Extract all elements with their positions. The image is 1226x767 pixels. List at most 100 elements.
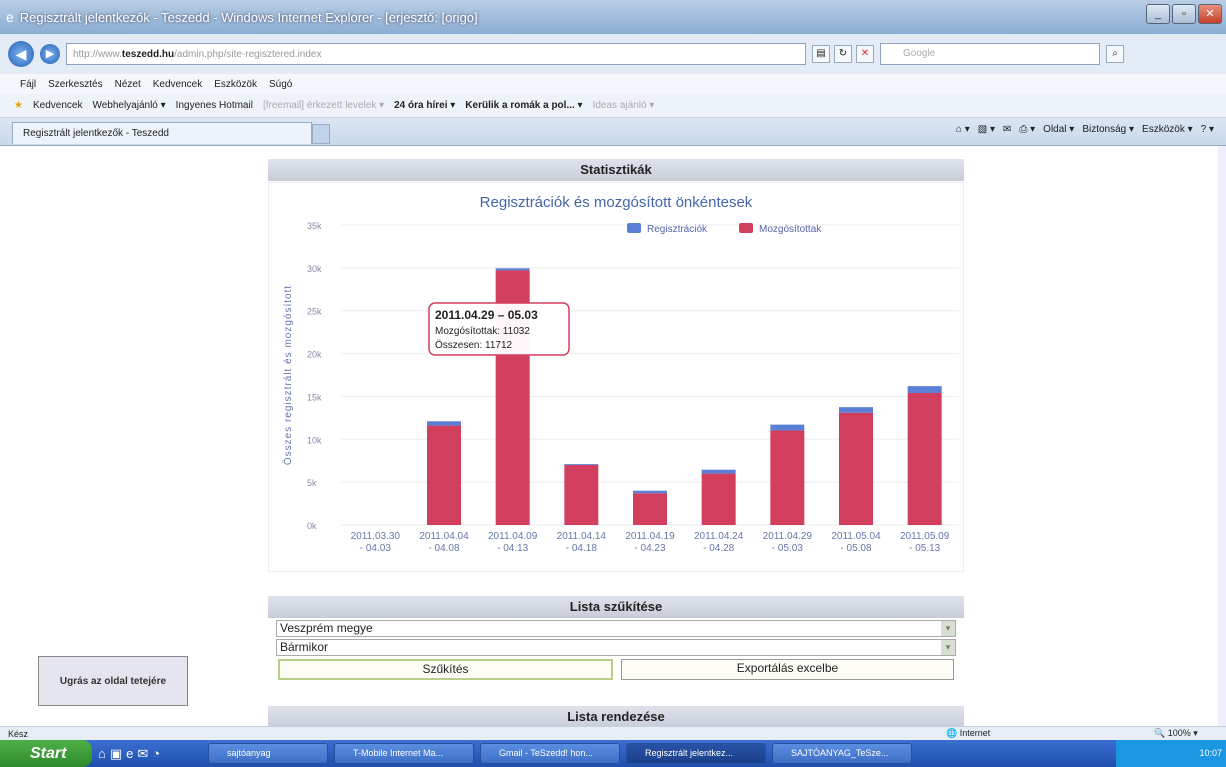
order-panel: Lista rendezése <box>268 706 964 728</box>
bar <box>839 407 873 413</box>
time-select[interactable]: Bármikor ▾ <box>276 639 956 656</box>
fav-ideas[interactable]: Ideas ajánló ▾ <box>593 100 655 111</box>
x-tick-label: 2011.04.04 <box>419 531 469 542</box>
fav-hotmail[interactable]: Ingyenes Hotmail <box>176 100 253 111</box>
export-excel-button[interactable]: Exportálás excelbe <box>621 659 954 680</box>
task-gmail[interactable]: Gmail - TeSzedd! hon... <box>480 743 620 764</box>
search-input[interactable]: Google <box>880 43 1100 65</box>
cmd-security[interactable]: Biztonság ▾ <box>1082 124 1134 135</box>
x-tick-label: 2011.04.24 <box>694 531 744 542</box>
window-controls: _ ▫ ✕ <box>1146 4 1222 24</box>
ie-logo-icon: e <box>6 9 14 25</box>
x-tick-label: - 04.23 <box>634 543 666 554</box>
cmd-page[interactable]: Oldal ▾ <box>1043 124 1074 135</box>
favorites-button[interactable]: Kedvencek <box>33 100 82 111</box>
x-tick-label: - 05.08 <box>840 543 872 554</box>
search-icon[interactable]: ⌕ <box>1106 45 1124 63</box>
tooltip-line: Összesen: 11712 <box>435 339 513 351</box>
narrow-button[interactable]: Szűkítés <box>278 659 613 680</box>
county-select[interactable]: Veszprém megye ▾ <box>276 620 956 637</box>
x-tick-label: 2011.03.30 <box>351 531 401 542</box>
start-button[interactable]: Start <box>0 740 92 767</box>
tab-active[interactable]: Regisztrált jelentkezők - Teszedd <box>12 122 312 144</box>
fav-24ora[interactable]: 24 óra hírei ▾ <box>394 100 455 111</box>
status-text: Kész <box>8 728 29 739</box>
url-prefix: http://www. <box>73 48 122 60</box>
bar <box>907 393 942 525</box>
task-word[interactable]: SAJTÓANYAG_TeSze... <box>772 743 912 764</box>
legend-label: Mozgósítottak <box>759 224 822 235</box>
x-tick-label: 2011.05.04 <box>831 531 881 542</box>
task-sajtoanyag[interactable]: sajtóanyag <box>208 743 328 764</box>
url-path: /admin.php/site-regisztered.index <box>174 48 322 60</box>
new-tab-button[interactable] <box>312 124 330 144</box>
clock[interactable]: 10:07 <box>1199 748 1222 758</box>
chevron-down-icon: ▾ <box>941 621 955 636</box>
bar <box>839 412 873 525</box>
address-input[interactable]: http://www. teszedd.hu/admin.php/site-reg… <box>66 43 806 65</box>
y-tick-label: 25k <box>307 307 322 317</box>
menu-bar: Fájl Szerkesztés Nézet Kedvencek Eszközö… <box>0 74 1226 94</box>
mail-icon[interactable]: ✉ <box>1003 124 1011 135</box>
bar <box>427 425 461 525</box>
fav-freemail[interactable]: [freemail] érkezett levelek ▾ <box>263 100 384 111</box>
fav-webslice[interactable]: Webhelyajánló ▾ <box>92 100 165 111</box>
filter-panel: Lista szűkítése Veszprém megye ▾ Bármiko… <box>268 596 964 680</box>
home-icon[interactable]: ⌂ ▾ <box>956 124 970 135</box>
back-button[interactable]: ◀ <box>8 41 34 67</box>
chart-container: Regisztrációk és mozgósított önkéntesek 0… <box>268 182 964 572</box>
bar <box>633 493 667 525</box>
bar <box>495 268 530 271</box>
stop-icon[interactable]: ✕ <box>856 45 874 63</box>
compatibility-icon[interactable]: ▤ <box>812 45 830 63</box>
zoom-label: 100% <box>1167 728 1191 738</box>
refresh-icon[interactable]: ↻ <box>834 45 852 63</box>
menu-view[interactable]: Nézet <box>115 79 141 90</box>
y-tick-label: 15k <box>307 392 322 402</box>
feeds-icon[interactable]: ▧ ▾ <box>978 124 995 135</box>
menu-edit[interactable]: Szerkesztés <box>48 79 102 90</box>
bar <box>770 424 805 431</box>
fav-romak[interactable]: Kerülik a romák a pol... ▾ <box>465 100 582 111</box>
registration-chart: Regisztrációk és mozgósított önkéntesek 0… <box>282 194 959 554</box>
help-icon[interactable]: ? ▾ <box>1201 124 1214 135</box>
tooltip-title: 2011.04.29 – 05.03 <box>435 308 538 322</box>
close-button[interactable]: ✕ <box>1198 4 1222 24</box>
x-tick-label: 2011.04.19 <box>625 531 675 542</box>
task-ie-active[interactable]: Regisztrált jelentkez... <box>626 743 766 764</box>
bar <box>770 430 805 525</box>
chevron-down-icon: ▾ <box>941 640 955 655</box>
page-scrollbar[interactable] <box>1218 146 1226 726</box>
zone-label: Internet <box>959 728 991 738</box>
menu-file[interactable]: Fájl <box>20 79 36 90</box>
minimize-button[interactable]: _ <box>1146 4 1170 24</box>
menu-favorites[interactable]: Kedvencek <box>153 79 202 90</box>
print-icon[interactable]: ⎙ ▾ <box>1019 124 1035 135</box>
quick-launch[interactable]: ⌂▣e✉◔ <box>98 746 202 762</box>
y-axis-label: Összes regisztrált és mozgósított <box>282 285 294 465</box>
x-tick-label: - 04.28 <box>703 543 735 554</box>
maximize-button[interactable]: ▫ <box>1172 4 1196 24</box>
x-tick-label: - 04.03 <box>360 543 392 554</box>
y-tick-label: 30k <box>307 264 322 274</box>
window-title: Regisztrált jelentkezők - Teszedd - Wind… <box>19 9 478 25</box>
address-toolbar: ◀ ▶ http://www. teszedd.hu/admin.php/site… <box>0 34 1226 74</box>
stats-panel-title: Statisztikák <box>268 159 964 181</box>
forward-button[interactable]: ▶ <box>40 44 60 64</box>
zoom-level[interactable]: 🔍 100% ▾ <box>1154 728 1198 739</box>
x-tick-label: 2011.05.09 <box>900 531 950 542</box>
y-tick-label: 20k <box>307 350 322 360</box>
command-bar: ⌂ ▾ ▧ ▾ ✉ ⎙ ▾ Oldal ▾ Biztonság ▾ Eszköz… <box>956 124 1214 135</box>
jump-to-top-button[interactable]: Ugrás az oldal tetejére <box>38 656 188 706</box>
fav-romak-label: Kerülik a romák a pol... ▾ <box>465 100 583 111</box>
order-panel-title: Lista rendezése <box>268 706 964 728</box>
cmd-tools[interactable]: Eszközök ▾ <box>1142 124 1193 135</box>
menu-tools[interactable]: Eszközök <box>214 79 257 90</box>
menu-help[interactable]: Súgó <box>269 79 292 90</box>
taskbar: Start ⌂▣e✉◔ sajtóanyag T-Mobile Internet… <box>0 740 1226 767</box>
bar <box>633 490 667 494</box>
x-tick-label: - 04.18 <box>566 543 598 554</box>
task-tmobile[interactable]: T-Mobile Internet Ma... <box>334 743 474 764</box>
x-tick-label: - 04.08 <box>428 543 460 554</box>
county-select-value: Veszprém megye <box>280 621 373 635</box>
